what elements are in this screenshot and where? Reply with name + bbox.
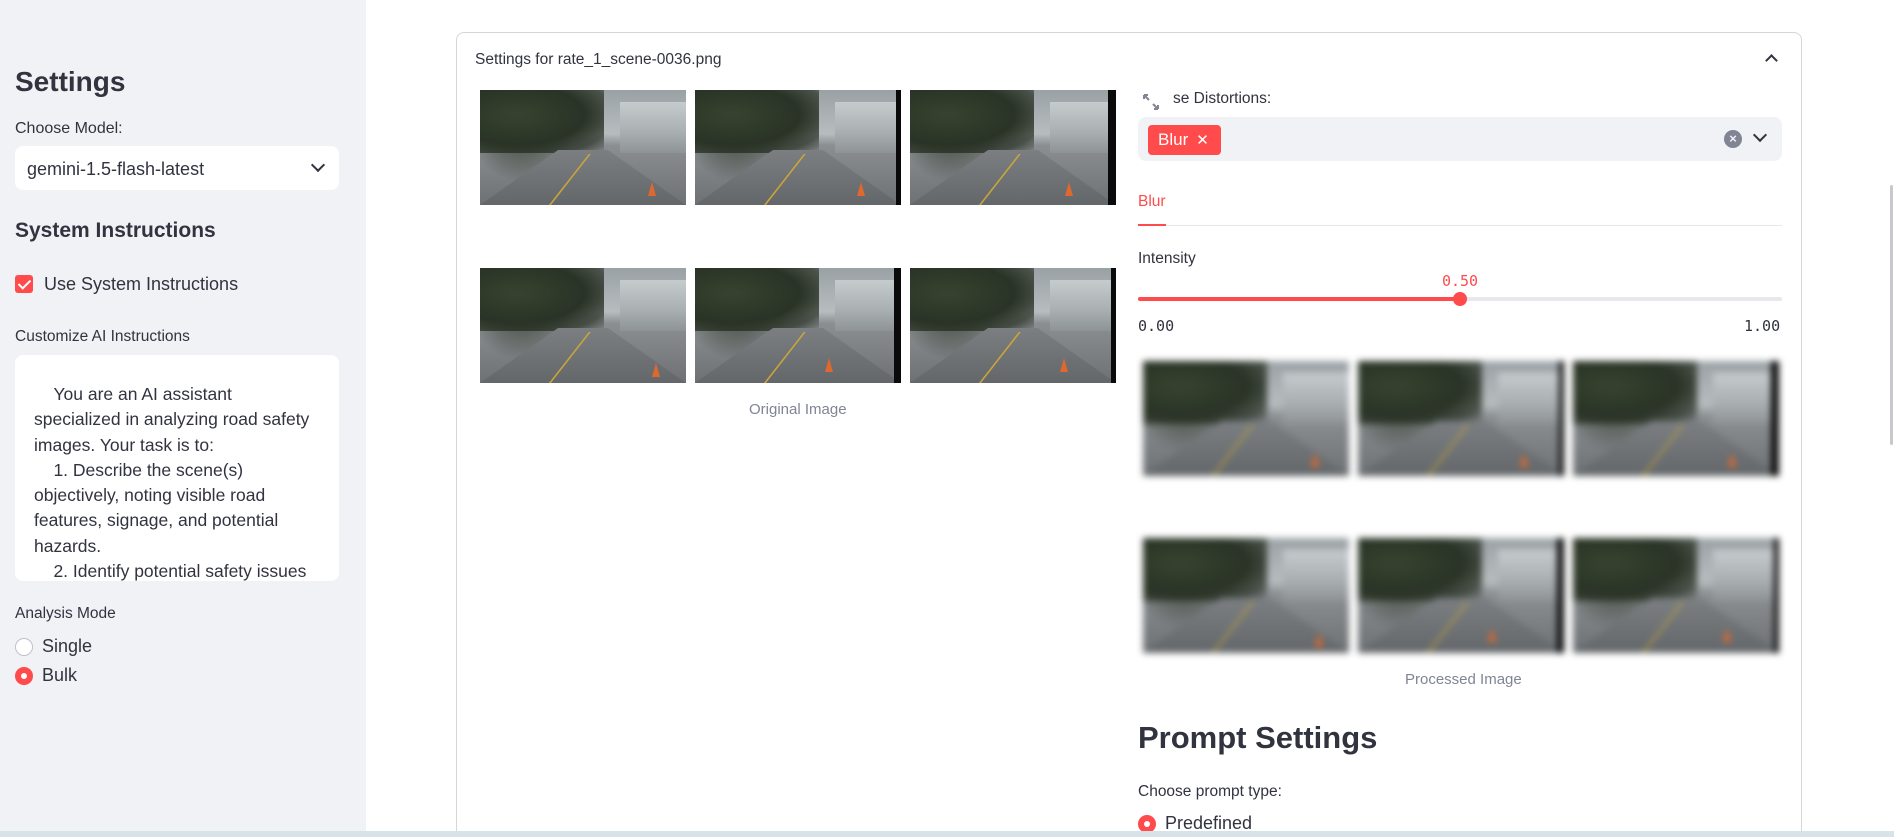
intensity-max: 1.00 xyxy=(1744,317,1781,335)
page-scrollbar[interactable] xyxy=(1890,185,1893,445)
clear-icon[interactable]: × xyxy=(1724,130,1742,148)
processed-image-2 xyxy=(1358,361,1564,476)
original-image-4 xyxy=(480,268,686,383)
original-image-3 xyxy=(910,90,1116,205)
intensity-min: 0.00 xyxy=(1138,317,1175,335)
sidebar: Settings Choose Model: gemini-1.5-flash-… xyxy=(0,0,366,837)
expander-title[interactable]: Settings for rate_1_scene-0036.png xyxy=(475,51,721,69)
processed-image-6 xyxy=(1573,538,1779,653)
model-select-value: gemini-1.5-flash-latest xyxy=(27,159,205,179)
slider-thumb[interactable] xyxy=(1453,292,1467,306)
system-instructions-heading: System Instructions xyxy=(15,219,216,242)
original-image-2 xyxy=(695,90,901,205)
expand-icon[interactable] xyxy=(1142,93,1160,111)
use-system-instructions-checkbox[interactable] xyxy=(15,275,33,293)
original-image-5 xyxy=(695,268,901,383)
processed-image-3 xyxy=(1573,361,1779,476)
tab-blur[interactable]: Blur xyxy=(1138,193,1166,211)
processed-image-caption: Processed Image xyxy=(1405,671,1522,688)
original-image-6 xyxy=(910,268,1116,383)
use-system-instructions-label[interactable]: Use System Instructions xyxy=(44,274,238,295)
original-image-1 xyxy=(480,90,686,205)
slider-fill xyxy=(1138,297,1460,301)
model-label: Choose Model: xyxy=(15,120,123,137)
intensity-label: Intensity xyxy=(1138,250,1196,267)
prompt-settings-heading: Prompt Settings xyxy=(1138,720,1378,755)
distortions-label: se Distortions: xyxy=(1173,90,1272,107)
radio-single[interactable] xyxy=(15,638,33,656)
processed-image-5 xyxy=(1358,538,1564,653)
processed-image-1 xyxy=(1143,361,1349,476)
intensity-value: 0.50 xyxy=(1441,272,1479,290)
tab-divider xyxy=(1166,225,1782,226)
processed-image-4 xyxy=(1143,538,1349,653)
distortions-multiselect[interactable]: Blur ✕ × xyxy=(1138,117,1782,161)
chevron-down-icon xyxy=(310,157,326,173)
tag-label: Blur xyxy=(1158,130,1189,149)
customize-instructions-label: Customize AI Instructions xyxy=(15,328,190,345)
instructions-textarea[interactable]: You are an AI assistant specialized in a… xyxy=(15,355,339,581)
distortion-tag-blur[interactable]: Blur ✕ xyxy=(1148,125,1221,155)
radio-bulk-label[interactable]: Bulk xyxy=(42,665,77,686)
close-icon[interactable]: ✕ xyxy=(1196,132,1209,149)
tab-active-indicator xyxy=(1138,224,1166,226)
original-image-caption: Original Image xyxy=(749,401,847,418)
sidebar-title: Settings xyxy=(15,66,126,97)
radio-single-label[interactable]: Single xyxy=(42,636,92,657)
analysis-mode-label: Analysis Mode xyxy=(15,605,116,622)
chevron-down-icon[interactable] xyxy=(1752,127,1768,143)
radio-bulk[interactable] xyxy=(15,667,33,685)
prompt-type-label: Choose prompt type: xyxy=(1138,783,1282,800)
model-select[interactable]: gemini-1.5-flash-latest xyxy=(15,146,339,190)
bottom-strip xyxy=(0,831,1894,837)
intensity-slider[interactable] xyxy=(1138,292,1782,306)
